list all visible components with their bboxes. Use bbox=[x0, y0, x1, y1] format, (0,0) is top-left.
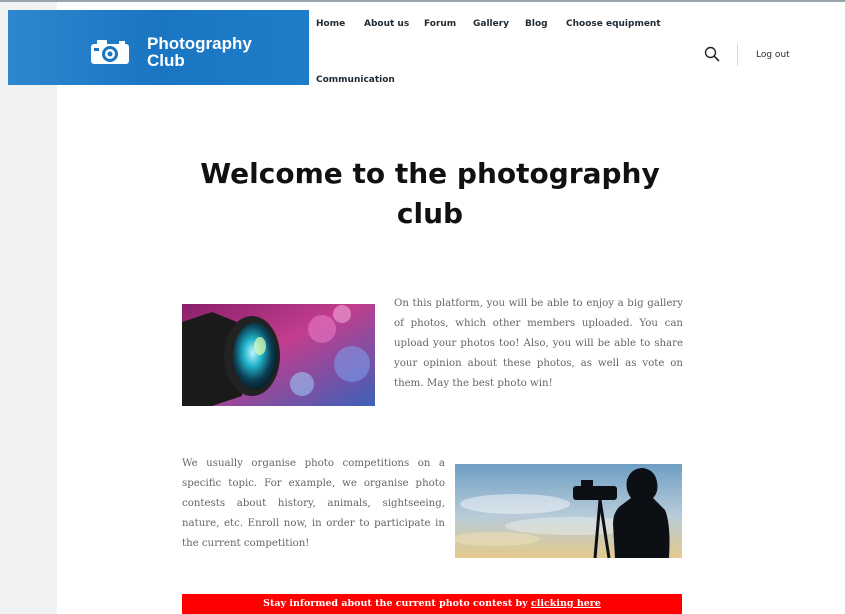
nav-about-us[interactable]: About us bbox=[364, 19, 409, 29]
site-title: Photography Club bbox=[147, 35, 252, 69]
page-title: Welcome to the photography club bbox=[170, 154, 690, 234]
intro-paragraph: On this platform, you will be able to en… bbox=[394, 298, 683, 389]
banner-text: Stay informed about the current photo co… bbox=[263, 598, 531, 609]
search-icon[interactable] bbox=[704, 46, 720, 62]
nav-gallery[interactable]: Gallery bbox=[473, 19, 509, 29]
camera-icon bbox=[91, 40, 129, 64]
site-title-line2: Club bbox=[147, 51, 185, 70]
competition-paragraph: We usually organise photo competitions o… bbox=[182, 458, 445, 549]
page-title-line1: Welcome to the photography bbox=[200, 157, 660, 190]
camera-lens-image bbox=[182, 304, 375, 406]
header-divider bbox=[737, 44, 738, 66]
contest-banner: Stay informed about the current photo co… bbox=[182, 594, 682, 614]
logout-link[interactable]: Log out bbox=[756, 50, 790, 60]
page-title-line2: club bbox=[396, 197, 464, 230]
nav-communication[interactable]: Communication bbox=[316, 75, 395, 85]
left-side-strip bbox=[0, 2, 57, 614]
nav-choose-equipment[interactable]: Choose equipment bbox=[566, 19, 661, 29]
nav-forum[interactable]: Forum bbox=[424, 19, 456, 29]
photographer-silhouette-image bbox=[455, 464, 682, 558]
nav-blog[interactable]: Blog bbox=[525, 19, 548, 29]
site-brand[interactable]: Photography Club bbox=[8, 10, 309, 85]
banner-link[interactable]: clicking here bbox=[531, 598, 601, 609]
nav-home[interactable]: Home bbox=[316, 19, 345, 29]
top-divider-line bbox=[0, 0, 845, 2]
site-title-line1: Photography bbox=[147, 34, 252, 53]
